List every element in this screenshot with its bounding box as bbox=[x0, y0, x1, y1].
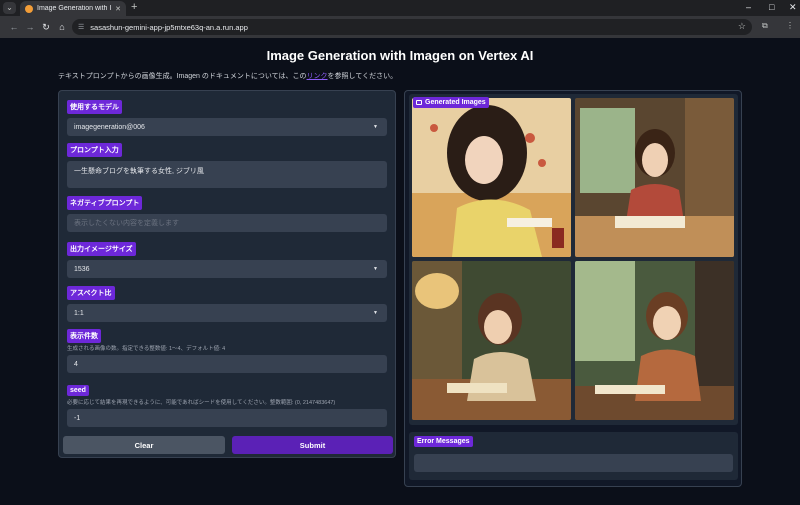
browser-chrome: ⌄ Image Generation with Imagen ✕ + – □ ✕… bbox=[0, 0, 800, 38]
page-description: テキストプロンプトからの画像生成。Imagen のドキュメントについては、このリ… bbox=[58, 71, 397, 81]
negative-prompt-field: ネガティブプロンプト 表示したくない内容を定義します bbox=[67, 192, 387, 232]
tab-strip: ⌄ Image Generation with Imagen ✕ + – □ ✕ bbox=[0, 0, 800, 16]
clear-button[interactable]: Clear bbox=[63, 436, 225, 454]
negative-prompt-placeholder: 表示したくない内容を定義します bbox=[74, 220, 179, 227]
extensions-icon[interactable]: ⧉ bbox=[762, 21, 768, 31]
chevron-down-icon: ▼ bbox=[373, 124, 378, 130]
description-text: テキストプロンプトからの画像生成。Imagen のドキュメントについては、この bbox=[58, 73, 307, 80]
tab-search-icon[interactable]: ⌄ bbox=[3, 2, 16, 14]
generated-image-2[interactable] bbox=[575, 98, 734, 257]
aspect-field: アスペクト比 1:1 ▼ bbox=[67, 282, 387, 322]
image-icon bbox=[416, 100, 422, 105]
generated-image-3[interactable] bbox=[412, 261, 571, 420]
count-value: 4 bbox=[74, 360, 78, 368]
site-info-icon[interactable]: ☰ bbox=[78, 23, 84, 31]
generated-image-4[interactable] bbox=[575, 261, 734, 420]
address-bar[interactable]: ☰ sasashun-gemini-app-jp5mtxe63q-an.a.ru… bbox=[72, 19, 752, 35]
error-output bbox=[414, 454, 733, 472]
model-label: 使用するモデル bbox=[67, 100, 122, 114]
url-text: sasashun-gemini-app-jp5mtxe63q-an.a.run.… bbox=[90, 22, 248, 32]
image-gallery: Generated Images bbox=[409, 94, 738, 425]
tab-close-icon[interactable]: ✕ bbox=[115, 5, 121, 13]
output-panel: Generated Images Error Messages bbox=[404, 90, 742, 487]
window-close-icon[interactable]: ✕ bbox=[789, 2, 797, 13]
model-value: imagegeneration@006 bbox=[74, 123, 145, 131]
seed-field: seed 必要に応じて結果を再現できるように、可能であればシードを使用してくださ… bbox=[67, 379, 387, 427]
tab-title: Image Generation with Imagen bbox=[37, 5, 111, 12]
description-suffix: を参照してください。 bbox=[327, 73, 398, 80]
prompt-input[interactable]: 一生懸命ブログを執筆する女性, ジブリ風 bbox=[67, 161, 387, 188]
page-title: Image Generation with Imagen on Vertex A… bbox=[266, 48, 534, 63]
seed-info: 必要に応じて結果を再現できるように、可能であればシードを使用してください。整数範… bbox=[67, 400, 336, 406]
home-icon[interactable]: ⌂ bbox=[54, 22, 70, 32]
aspect-label: アスペクト比 bbox=[67, 286, 115, 300]
forward-icon[interactable]: → bbox=[22, 22, 38, 32]
model-field: 使用するモデル imagegeneration@006 ▼ bbox=[67, 96, 387, 136]
prompt-field: プロンプト入力 一生懸命ブログを執筆する女性, ジブリ風 bbox=[67, 139, 387, 188]
menu-icon[interactable]: ⋮ bbox=[786, 21, 794, 30]
docs-link[interactable]: リンク bbox=[307, 73, 328, 80]
count-info: 生成される画像の数。指定できる整数値: 1〜4、デフォルト値: 4 bbox=[67, 346, 226, 352]
back-icon[interactable]: ← bbox=[6, 22, 22, 32]
size-label: 出力イメージサイズ bbox=[67, 242, 136, 256]
seed-value: -1 bbox=[74, 414, 81, 422]
prompt-label: プロンプト入力 bbox=[67, 143, 122, 157]
browser-toolbar: ← → ↻ ⌂ ☰ sasashun-gemini-app-jp5mtxe63q… bbox=[0, 16, 800, 38]
submit-button[interactable]: Submit bbox=[232, 436, 393, 454]
input-panel: 使用するモデル imagegeneration@006 ▼ プロンプト入力 一生… bbox=[58, 90, 396, 458]
prompt-value: 一生懸命ブログを執筆する女性, ジブリ風 bbox=[74, 168, 204, 175]
error-label: Error Messages bbox=[414, 436, 473, 447]
error-messages: Error Messages bbox=[409, 432, 738, 480]
minimize-icon[interactable]: – bbox=[746, 2, 751, 12]
generated-image-1[interactable] bbox=[412, 98, 571, 257]
size-dropdown[interactable]: 1536 ▼ bbox=[67, 260, 387, 278]
size-value: 1536 bbox=[74, 265, 90, 273]
browser-tab[interactable]: Image Generation with Imagen ✕ bbox=[20, 1, 126, 16]
chevron-down-icon: ▼ bbox=[373, 310, 378, 316]
new-tab-icon[interactable]: + bbox=[131, 1, 137, 13]
gallery-label-text: Generated Images bbox=[425, 99, 486, 106]
count-label: 表示件数 bbox=[67, 329, 101, 343]
model-dropdown[interactable]: imagegeneration@006 ▼ bbox=[67, 118, 387, 136]
bookmark-star-icon[interactable]: ☆ bbox=[738, 21, 746, 32]
negative-prompt-label: ネガティブプロンプト bbox=[67, 196, 143, 210]
seed-input[interactable]: -1 bbox=[67, 409, 387, 427]
count-field: 表示件数 生成される画像の数。指定できる整数値: 1〜4、デフォルト値: 4 4 bbox=[67, 325, 387, 373]
favicon-icon bbox=[25, 4, 33, 13]
gallery-label: Generated Images bbox=[413, 97, 489, 108]
aspect-dropdown[interactable]: 1:1 ▼ bbox=[67, 304, 387, 322]
reload-icon[interactable]: ↻ bbox=[38, 22, 54, 33]
count-input[interactable]: 4 bbox=[67, 355, 387, 373]
maximize-icon[interactable]: □ bbox=[769, 2, 774, 12]
app-page: Image Generation with Imagen on Vertex A… bbox=[0, 38, 800, 505]
aspect-value: 1:1 bbox=[74, 309, 84, 317]
negative-prompt-input[interactable]: 表示したくない内容を定義します bbox=[67, 214, 387, 232]
size-field: 出力イメージサイズ 1536 ▼ bbox=[67, 238, 387, 278]
seed-label: seed bbox=[67, 385, 89, 396]
chevron-down-icon: ▼ bbox=[373, 266, 378, 272]
